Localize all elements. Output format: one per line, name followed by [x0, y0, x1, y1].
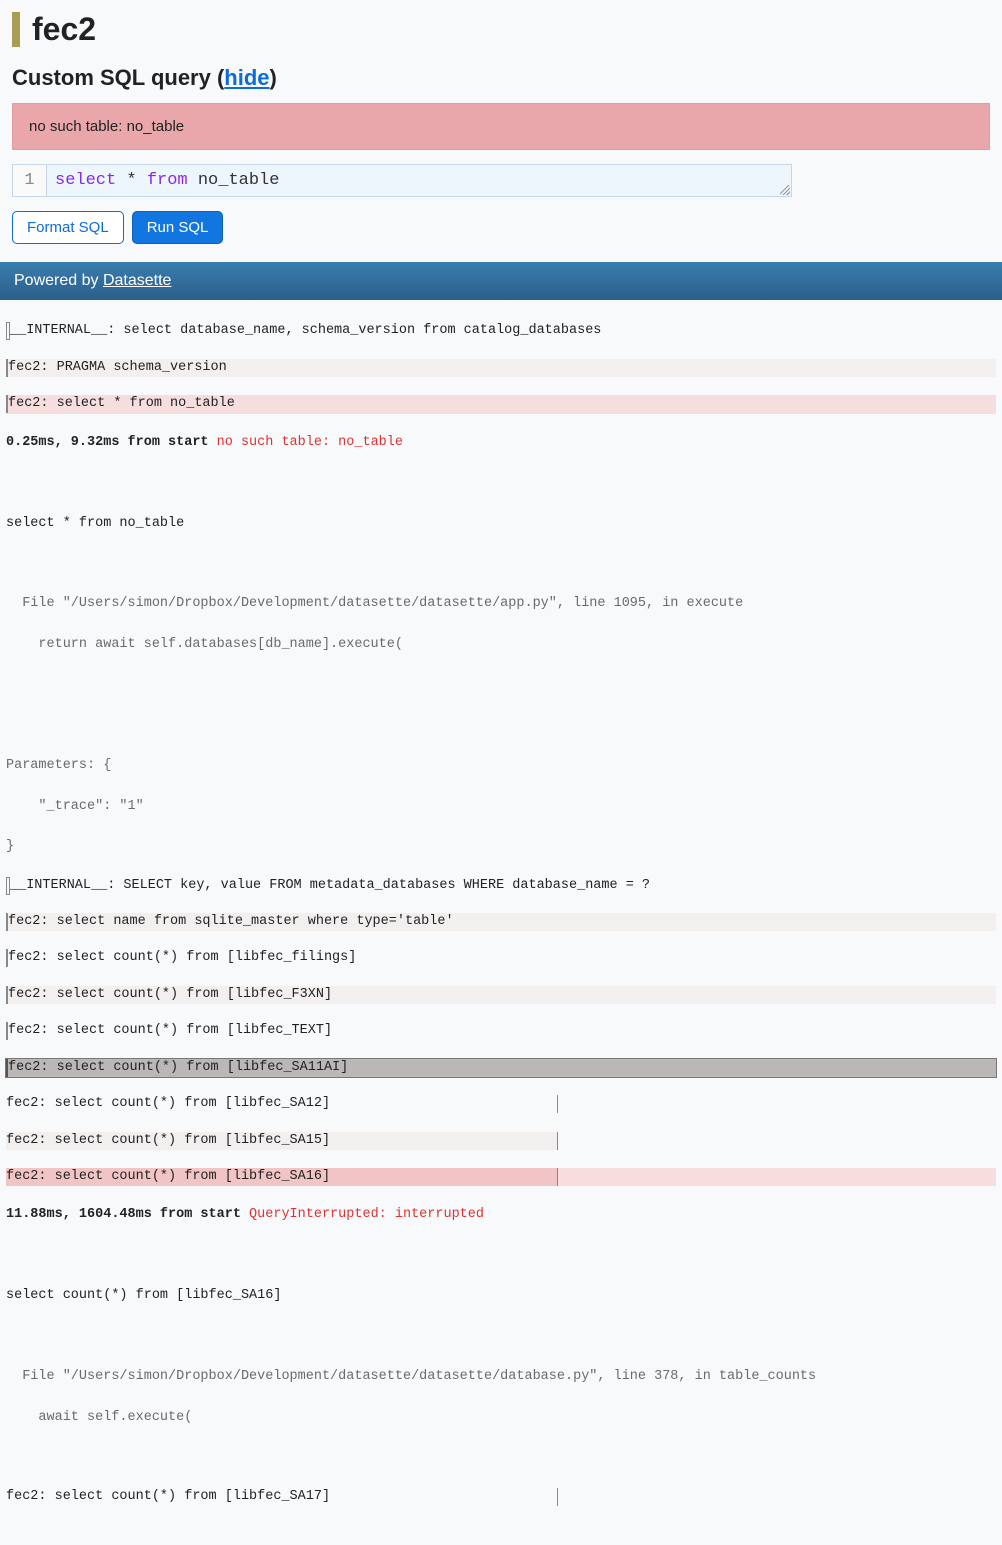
trace-line: fec2: select count(*) from [libfec_TEXT]	[6, 1022, 996, 1040]
trace-line	[6, 1326, 996, 1348]
trace-output: __INTERNAL__: select database_name, sche…	[0, 300, 1002, 1544]
trace-line: fec2: select * from no_table	[6, 395, 996, 413]
trace-line	[6, 715, 996, 737]
run-sql-button[interactable]: Run SQL	[132, 211, 224, 244]
resize-handle-icon[interactable]	[780, 185, 790, 195]
trace-line: __INTERNAL__: SELECT key, value FROM met…	[6, 877, 996, 895]
footer-prefix: Powered by	[14, 272, 103, 289]
trace-line: fec2: select count(*) from [libfec_SA17]	[6, 1488, 996, 1506]
heading-prefix: Custom SQL query (	[12, 65, 224, 90]
trace-line: __INTERNAL__: select database_name, sche…	[6, 322, 996, 340]
page-title: fec2	[12, 12, 990, 47]
trace-line: Parameters: {	[6, 755, 996, 777]
trace-line: fec2: PRAGMA schema_version	[6, 359, 996, 377]
sql-editor[interactable]: 1 select * from no_table	[12, 164, 792, 197]
editor-gutter: 1	[13, 165, 47, 196]
trace-line	[6, 472, 996, 494]
trace-line: fec2: select count(*) from [libfec_F3XN]	[6, 986, 996, 1004]
sql-textarea[interactable]: select * from no_table	[47, 165, 791, 196]
kw-from: from	[147, 171, 188, 190]
trace-line: return await self.databases[db_name].exe…	[6, 634, 996, 656]
heading-suffix: )	[270, 65, 277, 90]
trace-line: fec2: select name from sqlite_master whe…	[6, 913, 996, 931]
trace-line: fec2: select count(*) from [libfec_SA11A…	[6, 1059, 996, 1077]
trace-line	[6, 674, 996, 696]
custom-sql-heading: Custom SQL query (hide)	[12, 65, 990, 91]
trace-line: 0.25ms, 9.32ms from start no such table:…	[6, 432, 996, 454]
footer-bar: Powered by Datasette	[0, 262, 1002, 300]
trace-line: 11.88ms, 1604.48ms from start QueryInter…	[6, 1204, 996, 1226]
kw-select: select	[55, 171, 116, 190]
trace-line: fec2: select count(*) from [libfec_SA16]	[6, 1168, 996, 1186]
trace-line: }	[6, 836, 996, 858]
trace-line: select * from no_table	[6, 513, 996, 535]
datasette-link[interactable]: Datasette	[103, 272, 171, 289]
trace-line: "_trace": "1"	[6, 796, 996, 818]
trace-line	[6, 553, 996, 575]
op-star: *	[126, 171, 136, 190]
format-sql-button[interactable]: Format SQL	[12, 211, 124, 244]
trace-line: await self.execute(	[6, 1407, 996, 1429]
trace-line: File "/Users/simon/Dropbox/Development/d…	[6, 1366, 996, 1388]
trace-line: fec2: select count(*) from [libfec_SA12]	[6, 1095, 996, 1113]
trace-line: fec2: select count(*) from [libfec_SA15]	[6, 1132, 996, 1150]
trace-line: select count(*) from [libfec_SA16]	[6, 1285, 996, 1307]
error-banner: no such table: no_table	[12, 103, 990, 150]
trace-line: File "/Users/simon/Dropbox/Development/d…	[6, 593, 996, 615]
hide-link[interactable]: hide	[224, 65, 269, 90]
ident-table: no_table	[198, 171, 280, 190]
trace-line: fec2: select count(*) from [libfec_filin…	[6, 949, 996, 967]
trace-line	[6, 1245, 996, 1267]
trace-line	[6, 1447, 996, 1469]
